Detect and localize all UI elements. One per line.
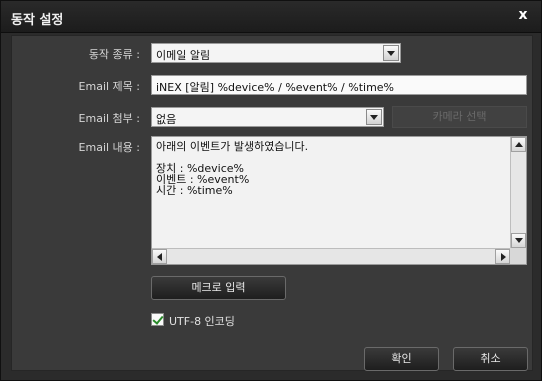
email-body-label: Email 내용 : — [78, 141, 140, 154]
scrollbar-corner — [510, 248, 526, 264]
email-body-textarea[interactable]: 아래의 이벤트가 발생하였습니다. 장치 : %device% 이벤트 : %e… — [151, 136, 527, 265]
utf8-checkbox[interactable] — [151, 313, 164, 326]
action-type-select[interactable]: 이메일 알림 — [151, 43, 401, 63]
arrow-down-icon — [515, 238, 523, 243]
chevron-down-icon[interactable] — [383, 45, 399, 61]
action-type-label: 동작 종류 : — [88, 48, 140, 61]
scroll-right-button[interactable] — [495, 249, 510, 264]
utf8-label: UTF-8 인코딩 — [169, 315, 235, 328]
vertical-scrollbar[interactable] — [510, 137, 526, 248]
camera-select-button[interactable]: 카메라 선택 — [392, 106, 527, 128]
action-settings-dialog: 동작 설정 x 동작 종류 : 이메일 알림 Email 제목 : iNEX [… — [0, 0, 542, 381]
dialog-body: 동작 종류 : 이메일 알림 Email 제목 : iNEX [알림] %dev… — [11, 35, 533, 371]
email-subject-input[interactable]: iNEX [알림] %device% / %event% / %time% — [151, 75, 527, 95]
action-type-value: 이메일 알림 — [156, 49, 211, 62]
cancel-button[interactable]: 취소 — [453, 347, 528, 371]
horizontal-scrollbar[interactable] — [152, 248, 510, 264]
chevron-down-icon[interactable] — [366, 109, 382, 125]
email-subject-label: Email 제목 : — [78, 80, 140, 93]
scroll-left-button[interactable] — [152, 249, 167, 264]
arrow-up-icon — [515, 142, 523, 147]
arrow-right-icon — [501, 253, 506, 261]
dialog-title: 동작 설정 — [11, 13, 64, 28]
arrow-left-icon — [157, 253, 162, 261]
scroll-down-button[interactable] — [511, 233, 526, 248]
email-body-text: 아래의 이벤트가 발생하였습니다. 장치 : %device% 이벤트 : %e… — [156, 141, 309, 197]
scroll-up-button[interactable] — [511, 137, 526, 152]
ok-button[interactable]: 확인 — [364, 347, 439, 371]
macro-input-button[interactable]: 메크로 입력 — [151, 276, 286, 300]
title-bar: 동작 설정 x — [1, 1, 541, 33]
close-icon[interactable]: x — [515, 7, 531, 23]
email-attach-select[interactable]: 없음 — [151, 107, 384, 127]
email-attach-label: Email 첨부 : — [78, 112, 140, 125]
email-attach-value: 없음 — [156, 113, 177, 126]
